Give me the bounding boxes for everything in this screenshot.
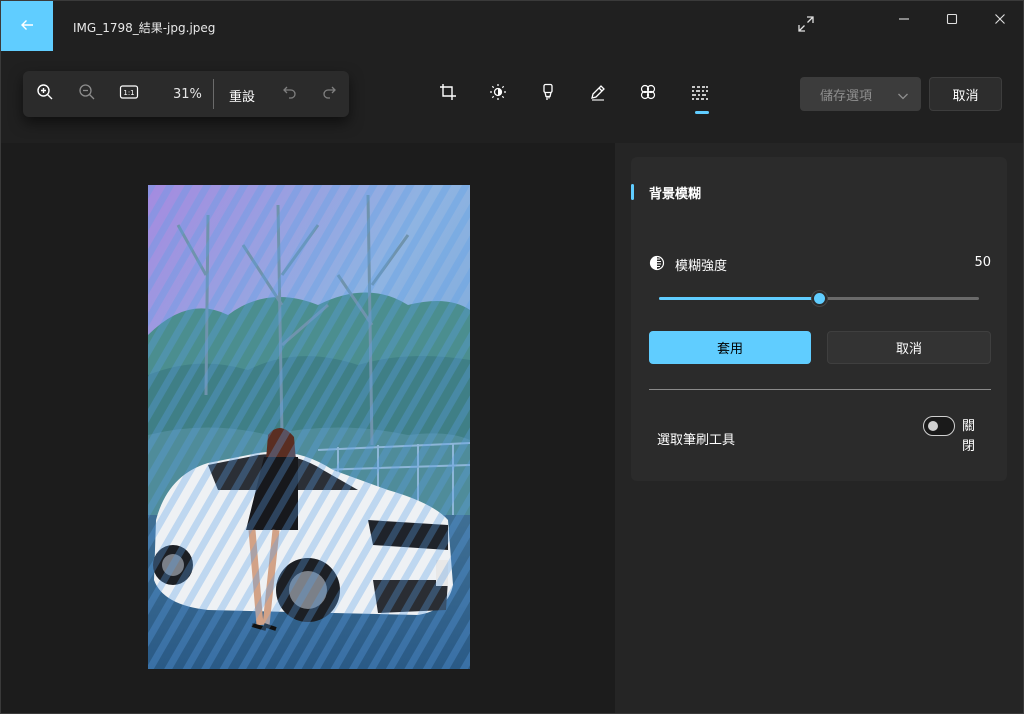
pen-icon: [589, 83, 607, 105]
zoom-out-button[interactable]: [75, 83, 99, 105]
filters-tool-button[interactable]: [633, 81, 663, 107]
brightness-icon: [489, 83, 507, 105]
zoom-out-icon: [78, 83, 96, 105]
filters-icon: [639, 83, 657, 105]
slider-thumb[interactable]: [812, 291, 827, 306]
slider-fill: [659, 297, 819, 300]
toggle-knob: [928, 421, 938, 431]
cancel-edit-button[interactable]: 取消: [929, 77, 1002, 111]
section-accent-bar: [631, 184, 634, 200]
brush-tool-label: 選取筆刷工具: [657, 433, 736, 448]
zoom-level: 31%: [173, 87, 202, 102]
minimize-icon: [898, 10, 910, 29]
adjust-tool-button[interactable]: [483, 81, 513, 107]
photos-app-window: IMG_1798_結果-jpg.jpeg 1:1 31% 重設 儲存選項 取消 …: [0, 0, 1024, 714]
maximize-button[interactable]: [929, 3, 975, 35]
zoom-in-button[interactable]: [33, 83, 57, 105]
title-bar: IMG_1798_結果-jpg.jpeg: [1, 1, 1023, 51]
chevron-down-icon: [897, 87, 909, 106]
zoom-toolbar: 1:1 31% 重設: [23, 71, 349, 117]
close-button[interactable]: [977, 3, 1023, 35]
marker-icon: [539, 83, 557, 105]
undo-button[interactable]: [278, 83, 302, 105]
toolbar-divider: [213, 79, 214, 109]
contrast-icon: [649, 255, 665, 271]
panel-title: 背景模糊: [649, 187, 702, 202]
blur-intensity-value: 50: [974, 255, 991, 270]
close-icon: [994, 10, 1006, 29]
undo-icon: [282, 84, 298, 104]
actual-size-button[interactable]: 1:1: [117, 83, 141, 105]
save-options-label: 儲存選項: [820, 88, 873, 104]
back-button[interactable]: [1, 1, 53, 51]
maximize-icon: [946, 10, 958, 29]
file-title: IMG_1798_結果-jpg.jpeg: [73, 21, 216, 35]
arrow-left-icon: [20, 17, 34, 36]
apply-button[interactable]: 套用: [649, 331, 811, 364]
expand-icon: [797, 15, 815, 37]
save-options-button[interactable]: 儲存選項: [800, 77, 921, 111]
crop-tool-button[interactable]: [433, 81, 463, 107]
canvas-area: [1, 143, 615, 713]
markup-tool-button[interactable]: [533, 81, 563, 107]
blur-intensity-slider[interactable]: [659, 291, 979, 306]
actual-size-icon: 1:1: [119, 84, 139, 104]
fullscreen-button[interactable]: [793, 13, 819, 39]
active-tool-indicator: [695, 111, 709, 114]
crop-icon: [439, 83, 457, 105]
edited-photo[interactable]: [148, 185, 470, 669]
svg-text:1:1: 1:1: [123, 89, 134, 97]
edit-tools: [433, 81, 723, 111]
cancel-button[interactable]: 取消: [827, 331, 991, 364]
redo-icon: [321, 84, 337, 104]
minimize-button[interactable]: [881, 3, 927, 35]
reset-button[interactable]: 重設: [229, 86, 255, 105]
panel-divider: [649, 389, 991, 390]
blur-intensity-label: 模糊強度: [675, 259, 728, 274]
toggle-state-label: 關閉: [962, 419, 976, 454]
brush-tool-toggle[interactable]: [923, 416, 955, 436]
background-blur-icon: [690, 83, 710, 105]
draw-tool-button[interactable]: [583, 81, 613, 107]
background-tool-button[interactable]: [685, 81, 715, 107]
redo-button[interactable]: [317, 83, 341, 105]
background-blur-panel: 背景模糊 模糊強度 50 套用 取消 選取筆刷工具 關閉: [631, 157, 1007, 481]
zoom-in-icon: [36, 83, 54, 105]
